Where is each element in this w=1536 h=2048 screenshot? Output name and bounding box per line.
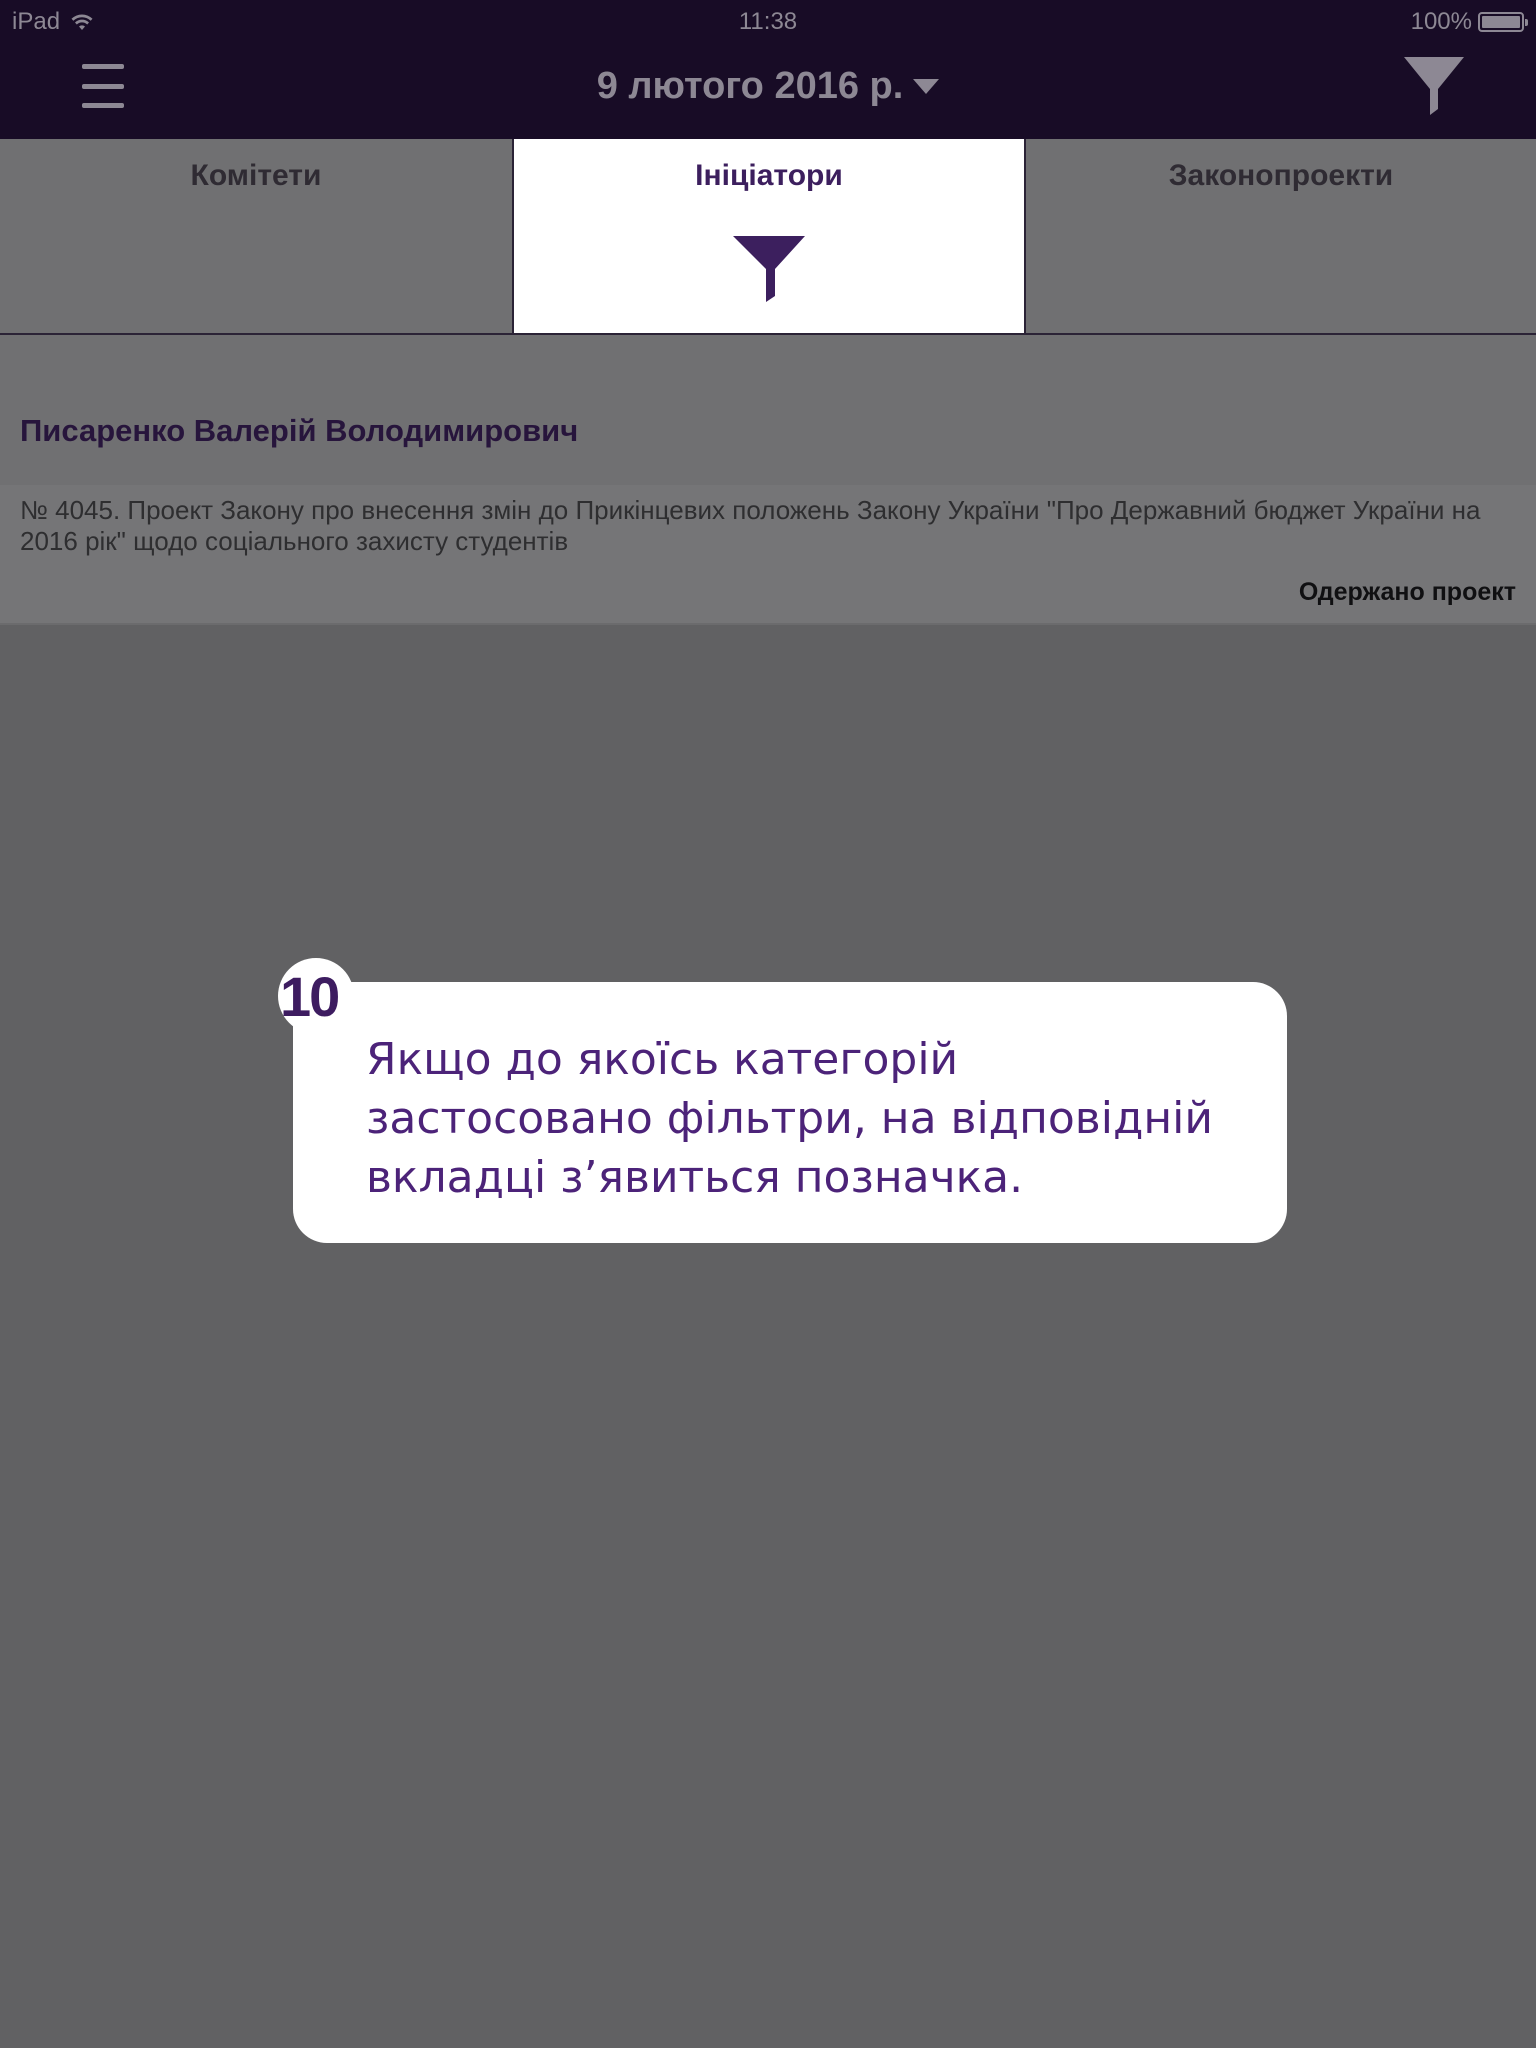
- tab-label: Законопроекти: [1168, 159, 1394, 192]
- tab-bills[interactable]: Законопроекти: [1024, 139, 1536, 333]
- hamburger-menu-icon: [82, 64, 124, 69]
- category-tabs: Комітети Ініціатори Законопроекти: [0, 139, 1536, 335]
- funnel-filter-icon: [1404, 57, 1464, 115]
- navigation-bar: iPad 11:38 100% 9 лютого 2016 р.: [0, 0, 1536, 139]
- filter-button[interactable]: [1404, 57, 1464, 115]
- tutorial-text: Якщо до якоїсь категорій застосовано філ…: [366, 1034, 1213, 1203]
- status-bar-right: 100%: [1410, 6, 1528, 38]
- chevron-down-icon: [913, 78, 940, 94]
- battery-icon: [1478, 12, 1528, 32]
- battery-percentage: 100%: [1410, 8, 1472, 35]
- bill-status: Одержано проект: [1298, 578, 1516, 606]
- date-selector[interactable]: 9 лютого 2016 р.: [597, 65, 940, 108]
- tutorial-callout: Якщо до якоїсь категорій застосовано філ…: [293, 982, 1287, 1243]
- step-number: 10: [280, 965, 340, 1028]
- tab-initiators[interactable]: Ініціатори: [512, 139, 1024, 333]
- date-label: 9 лютого 2016 р.: [596, 64, 904, 107]
- date-selector-wrap: 9 лютого 2016 р.: [0, 58, 1536, 114]
- tab-label: Ініціатори: [695, 159, 843, 192]
- status-time: 11:38: [738, 8, 798, 35]
- filter-applied-icon: [733, 236, 805, 302]
- list-item[interactable]: № 4045. Проект Закону про внесення змін …: [0, 485, 1536, 625]
- bill-title: № 4045. Проект Закону про внесення змін …: [20, 495, 1481, 556]
- menu-button[interactable]: [82, 64, 124, 108]
- initiator-name: Писаренко Валерій Володимирович: [0, 335, 1536, 485]
- bills-list: Писаренко Валерій Володимирович № 4045. …: [0, 335, 1536, 625]
- tab-label: Комітети: [190, 159, 322, 192]
- tab-committees[interactable]: Комітети: [0, 139, 512, 333]
